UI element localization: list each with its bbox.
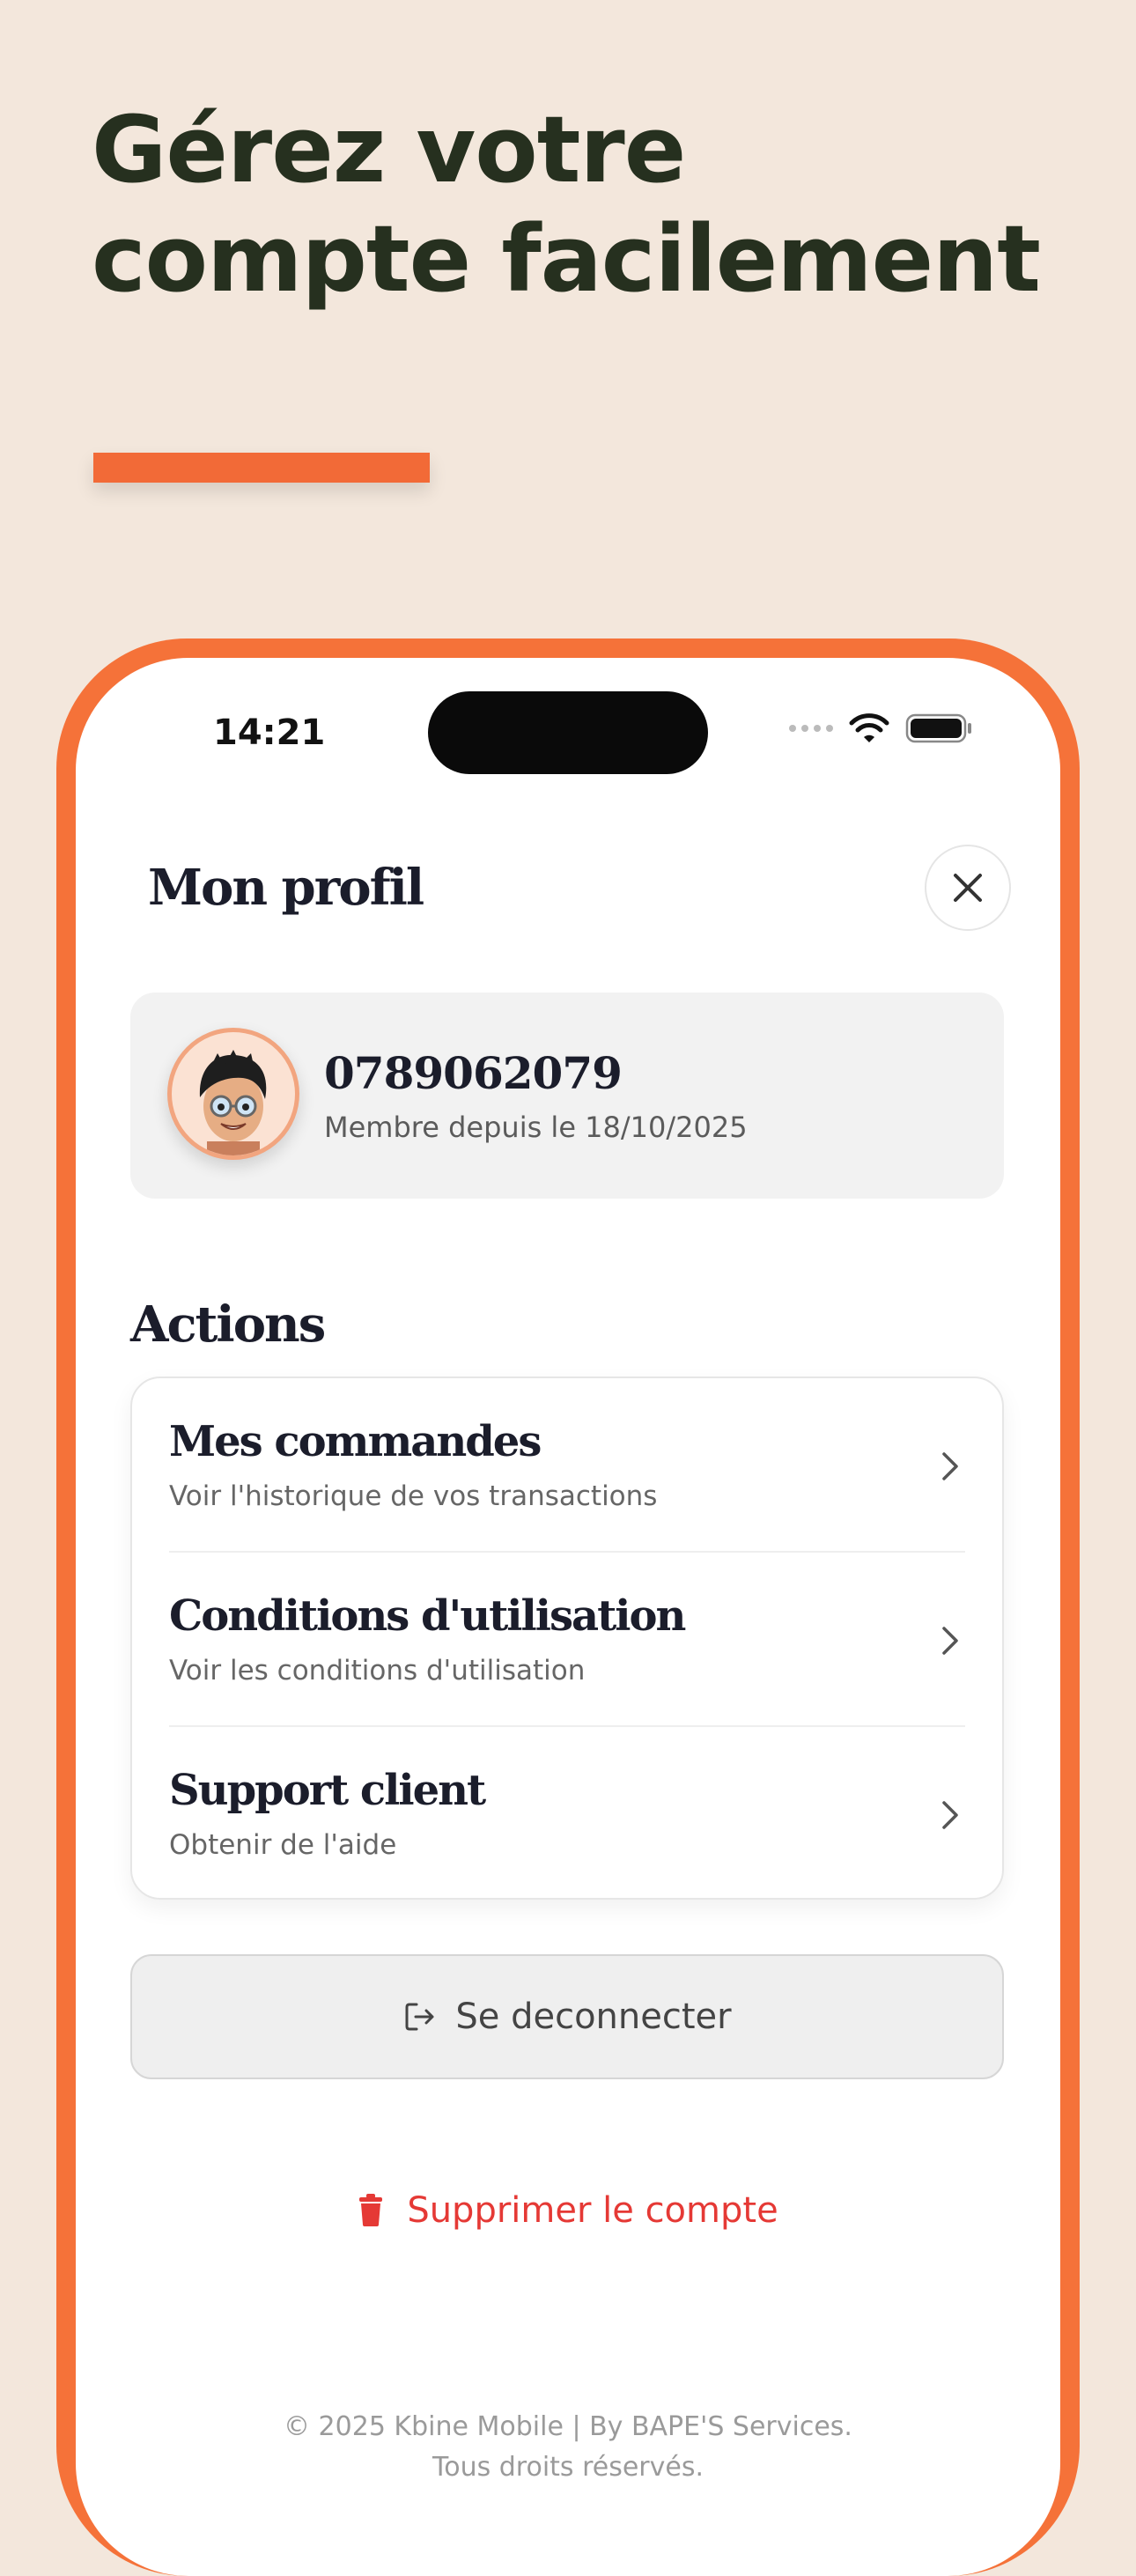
close-icon [954, 874, 982, 902]
action-title: Mes commandes [169, 1417, 542, 1466]
profile-card: 0789062079 Membre depuis le 18/10/2025 [130, 993, 1004, 1199]
memoji-avatar [199, 1050, 267, 1155]
footer-rights: Tous droits réservés. [432, 2452, 704, 2483]
chevron-right-icon [942, 1801, 958, 1829]
logout-icon [405, 2003, 434, 2031]
avatar [167, 1028, 299, 1160]
phone-screen: 14:21 Mon profil 0789062079 Membre depui… [76, 658, 1060, 2576]
action-title: Support client [169, 1766, 486, 1815]
delete-account-label: Supprimer le compte [407, 2190, 778, 2231]
marketing-headline: Gérez votre compte facilement [92, 95, 1060, 314]
action-title: Conditions d'utilisation [169, 1591, 686, 1641]
action-subtitle: Obtenir de l'aide [169, 1829, 397, 1861]
logout-button[interactable]: Se deconnecter [130, 1954, 1004, 2079]
chevron-right-icon [942, 1627, 958, 1655]
trash-icon [359, 2194, 383, 2226]
accent-bar [93, 453, 430, 483]
page-title: Mon profil [148, 859, 424, 917]
profile-phone: 0789062079 [324, 1047, 623, 1099]
action-subtitle: Voir l'historique de vos transactions [169, 1480, 658, 1512]
chevron-right-icon [942, 1452, 958, 1480]
delete-account-button[interactable]: Supprimer le compte [76, 2190, 1060, 2231]
dynamic-island [428, 691, 708, 774]
actions-card: Mes commandes Voir l'historique de vos t… [130, 1377, 1004, 1900]
action-terms[interactable]: Conditions d'utilisation Voir les condit… [132, 1553, 1002, 1725]
battery-icon [905, 713, 971, 743]
actions-title: Actions [130, 1295, 326, 1354]
status-icons [789, 712, 974, 744]
headline-line-1: Gérez votre [92, 96, 686, 203]
logout-label: Se deconnecter [455, 1997, 732, 2037]
phone-frame: 14:21 Mon profil 0789062079 Membre depui… [56, 638, 1080, 2576]
footer: © 2025 Kbine Mobile | By BAPE'S Services… [76, 2407, 1060, 2488]
action-subtitle: Voir les conditions d'utilisation [169, 1655, 586, 1687]
close-button[interactable] [925, 845, 1011, 931]
signal-dots-icon [789, 725, 833, 732]
headline-line-2: compte facilement [92, 205, 1041, 313]
action-support[interactable]: Support client Obtenir de l'aide [132, 1727, 1002, 1900]
action-orders[interactable]: Mes commandes Voir l'historique de vos t… [132, 1378, 1002, 1551]
status-time: 14:21 [213, 712, 326, 753]
wifi-icon [849, 713, 889, 742]
member-since: Membre depuis le 18/10/2025 [324, 1111, 748, 1144]
footer-copyright: © 2025 Kbine Mobile | By BAPE'S Services… [284, 2411, 852, 2442]
